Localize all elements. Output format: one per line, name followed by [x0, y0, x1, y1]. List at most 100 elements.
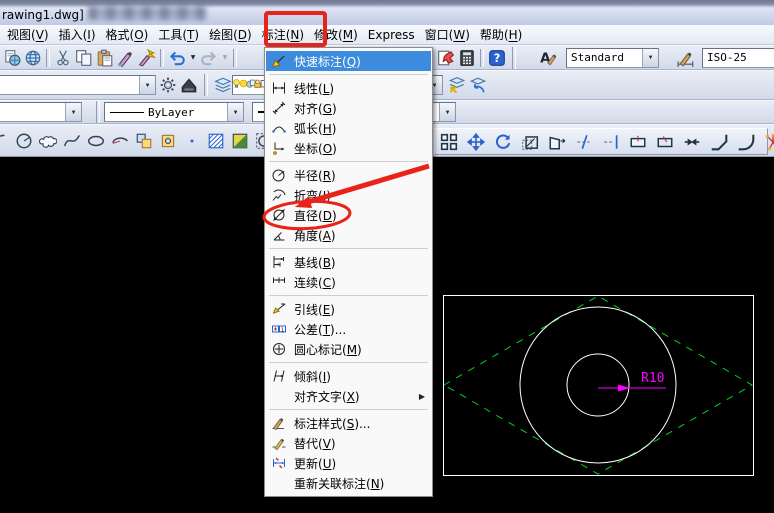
menu-item-dimension-style[interactable]: 标注样式(S)... [266, 413, 431, 433]
break-at-point-icon[interactable] [628, 132, 648, 152]
menu-item-reassociate[interactable]: 重新关联标注(N) [266, 473, 431, 493]
menu-item-ordinate[interactable]: 坐标(O) [266, 138, 431, 158]
split-button-arrow-icon[interactable]: ▼ [188, 54, 198, 61]
menubar-item-help[interactable]: 帮助(H) [475, 24, 527, 45]
gear-icon[interactable] [158, 75, 178, 95]
trim-icon[interactable] [574, 132, 594, 152]
ellipse-arc-icon[interactable] [110, 131, 130, 151]
arc-partial-icon[interactable] [0, 131, 10, 151]
sheet-set-manager-icon[interactable] [436, 48, 456, 68]
menubar-item-insert[interactable]: 插入(I) [54, 24, 101, 45]
linetype-value: ByLayer [148, 106, 194, 119]
rotate-icon[interactable] [493, 132, 513, 152]
undo-icon[interactable] [167, 48, 187, 68]
menu-item-leader[interactable]: 引线(E) [266, 299, 431, 319]
layer-previous-icon[interactable] [468, 75, 488, 95]
menu-item-oblique[interactable]: 倾斜(I) [266, 366, 431, 386]
chamfer-icon[interactable] [709, 132, 729, 152]
menubar-item-draw[interactable]: 绘图(D) [204, 24, 257, 45]
menu-item-align-text[interactable]: 对齐文字(X)▶ [266, 386, 431, 406]
paste-icon[interactable] [95, 48, 115, 68]
dropdown-arrow-icon[interactable]: ▼ [642, 49, 658, 67]
hatch-icon[interactable] [206, 131, 226, 151]
menu-item-linear[interactable]: 线性(L) [266, 78, 431, 98]
array-icon[interactable] [439, 132, 459, 152]
property-painter-icon[interactable] [137, 48, 157, 68]
revision-cloud-icon[interactable] [38, 131, 58, 151]
publish-icon[interactable] [2, 48, 22, 68]
menubar-item-modify[interactable]: 修改(M) [309, 24, 363, 45]
linetype-combo[interactable]: ByLayer ▼ [104, 102, 244, 122]
menubar-item-format[interactable]: 格式(O) [101, 24, 154, 45]
menu-separator [269, 409, 428, 410]
menubar-item-dimension[interactable]: 标注(N) [257, 24, 309, 45]
layer-tools [158, 74, 233, 96]
workspace-combo[interactable]: ▼ [0, 75, 156, 95]
dropdown-arrow-icon[interactable]: ▼ [65, 103, 81, 121]
make-object-layer-current-icon[interactable] [447, 75, 467, 95]
menu-item-label: 直径(D) [290, 207, 429, 224]
ellipse-icon[interactable] [86, 131, 106, 151]
help-icon[interactable]: ? [487, 48, 507, 68]
linetype-sample [110, 112, 144, 113]
dim-style-combo[interactable]: ISO-25 ▼ [702, 48, 774, 68]
color-combo[interactable]: ▼ [0, 102, 82, 122]
svg-text:1: 1 [281, 327, 285, 333]
dim-style-edit-icon[interactable] [676, 48, 696, 68]
split-button-arrow-icon[interactable]: ▼ [220, 54, 230, 61]
point-style-icon[interactable] [182, 131, 202, 151]
menu-item-aligned[interactable]: 对齐(G) [266, 98, 431, 118]
dropdown-arrow-icon[interactable]: ▼ [439, 103, 455, 121]
menu-item-tolerance[interactable]: 1公差(T)... [266, 319, 431, 339]
layer-properties-icon[interactable] [213, 75, 233, 95]
insert-block-icon[interactable] [134, 131, 154, 151]
qdim-icon [268, 53, 290, 69]
menubar-item-window[interactable]: 窗口(W) [420, 24, 475, 45]
text-style-combo[interactable]: Standard ▼ [566, 48, 659, 68]
menu-item-label: 基线(B) [290, 254, 429, 271]
text-style-icon[interactable]: A [538, 48, 558, 68]
menu-item-arc-length[interactable]: 弧长(H) [266, 118, 431, 138]
menu-item-diameter[interactable]: 直径(D) [266, 205, 431, 225]
autocad-window: rawing1.dwg] 视图(V)插入(I)格式(O)工具(T)绘图(D)标注… [0, 0, 774, 513]
menu-item-label: 折弯(J) [290, 187, 429, 204]
menu-item-radius[interactable]: 半径(R) [266, 165, 431, 185]
stretch-icon[interactable] [547, 132, 567, 152]
match-properties-icon[interactable] [116, 48, 136, 68]
fillet-icon[interactable] [736, 132, 756, 152]
dropdown-arrow-icon[interactable]: ▼ [139, 76, 155, 94]
copy-icon[interactable] [74, 48, 94, 68]
menu-item-label: 角度(A) [290, 227, 429, 244]
menu-separator [269, 362, 428, 363]
circle-icon[interactable] [14, 131, 34, 151]
break-icon[interactable] [655, 132, 675, 152]
hyperlink-icon[interactable] [23, 48, 43, 68]
cut-icon[interactable] [53, 48, 73, 68]
menu-item-center-mark[interactable]: 圆心标记(M) [266, 339, 431, 359]
calculator-icon[interactable] [457, 48, 477, 68]
gradient-icon[interactable] [230, 131, 250, 151]
menu-item-override[interactable]: 替代(V) [266, 433, 431, 453]
menu-item-jogged[interactable]: 折弯(J) [266, 185, 431, 205]
scale-icon[interactable] [520, 132, 540, 152]
menubar-item-view[interactable]: 视图(V) [2, 24, 54, 45]
layer-tools-right [447, 75, 488, 95]
explode-icon[interactable] [763, 132, 774, 152]
menu-item-update[interactable]: 更新(U) [266, 453, 431, 473]
menu-item-baseline[interactable]: 基线(B) [266, 252, 431, 272]
spline-icon[interactable] [62, 131, 82, 151]
menu-item-continue[interactable]: 连续(C) [266, 272, 431, 292]
extend-icon[interactable] [601, 132, 621, 152]
menu-item-quick-dimension[interactable]: 快速标注(Q) [266, 51, 431, 71]
menu-item-angular[interactable]: 角度(A) [266, 225, 431, 245]
leader-icon [268, 301, 290, 317]
menubar-item-tools[interactable]: 工具(T) [153, 24, 204, 45]
tolerance-icon: 1 [268, 321, 290, 337]
plot-style-icon[interactable] [179, 75, 199, 95]
menubar-item-express[interactable]: Express [363, 26, 420, 44]
join-icon[interactable] [682, 132, 702, 152]
dropdown-arrow-icon[interactable]: ▼ [227, 103, 243, 121]
redo-icon[interactable] [199, 48, 219, 68]
move-icon[interactable] [466, 132, 486, 152]
make-block-icon[interactable] [158, 131, 178, 151]
